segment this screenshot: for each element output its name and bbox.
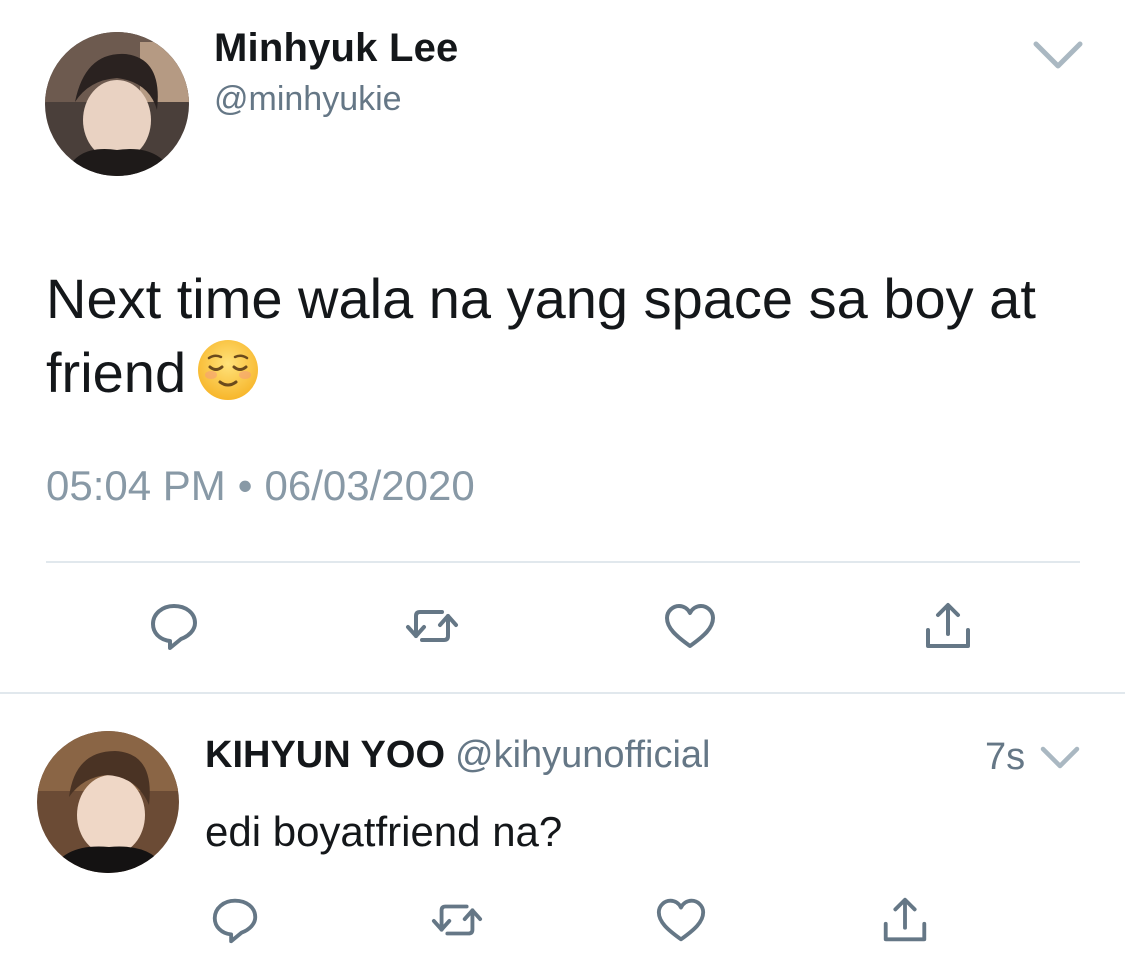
reply-tweet-relative-time: 7s xyxy=(985,736,1026,778)
main-tweet-author-handle[interactable]: @minhyukie xyxy=(214,80,402,119)
reply-tweet-text: edi boyatfriend na? xyxy=(205,808,563,855)
reply-tweet-author-name[interactable]: KIHYUN YOO xyxy=(205,734,445,776)
divider xyxy=(0,692,1125,694)
reply-tweet-avatar[interactable] xyxy=(37,731,179,873)
reply-icon[interactable] xyxy=(146,598,202,654)
reply-tweet-header: KIHYUN YOO @kihyunofficial xyxy=(205,734,710,777)
main-tweet-author-name[interactable]: Minhyuk Lee xyxy=(214,26,458,71)
share-icon[interactable] xyxy=(878,893,932,947)
main-tweet-time: 05:04 PM xyxy=(46,462,226,509)
avatar-photo xyxy=(37,731,179,873)
main-tweet-text-content: Next time wala na yang space sa boy at f… xyxy=(46,267,1036,404)
avatar-photo xyxy=(45,32,189,176)
heart-icon[interactable] xyxy=(654,893,708,947)
reply-icon[interactable] xyxy=(208,893,262,947)
timestamp-separator: • xyxy=(237,462,253,509)
main-tweet-timestamp: 05:04 PM • 06/03/2020 xyxy=(46,462,475,510)
relieved-face-emoji xyxy=(196,338,260,402)
main-tweet-date: 06/03/2020 xyxy=(264,462,475,509)
reply-tweet-author-handle[interactable]: @kihyunofficial xyxy=(455,734,710,776)
retweet-icon[interactable] xyxy=(430,893,484,947)
share-icon[interactable] xyxy=(920,598,976,654)
heart-icon[interactable] xyxy=(662,598,718,654)
chevron-down-icon[interactable] xyxy=(1030,38,1086,72)
main-tweet-avatar[interactable] xyxy=(45,32,189,176)
chevron-down-icon[interactable] xyxy=(1038,744,1082,772)
retweet-icon[interactable] xyxy=(404,598,460,654)
main-tweet-text: Next time wala na yang space sa boy at f… xyxy=(46,262,1096,410)
divider xyxy=(46,561,1080,563)
